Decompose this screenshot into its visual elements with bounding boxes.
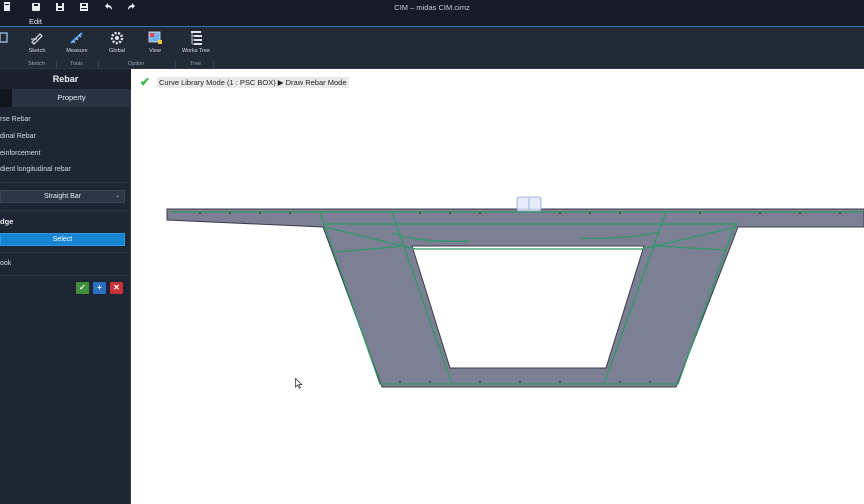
- psc-box-section-canvas[interactable]: [0, 0, 864, 504]
- psc-box-section[interactable]: [166, 208, 864, 388]
- origin-marker[interactable]: [516, 196, 542, 212]
- mouse-cursor-icon: [295, 378, 303, 389]
